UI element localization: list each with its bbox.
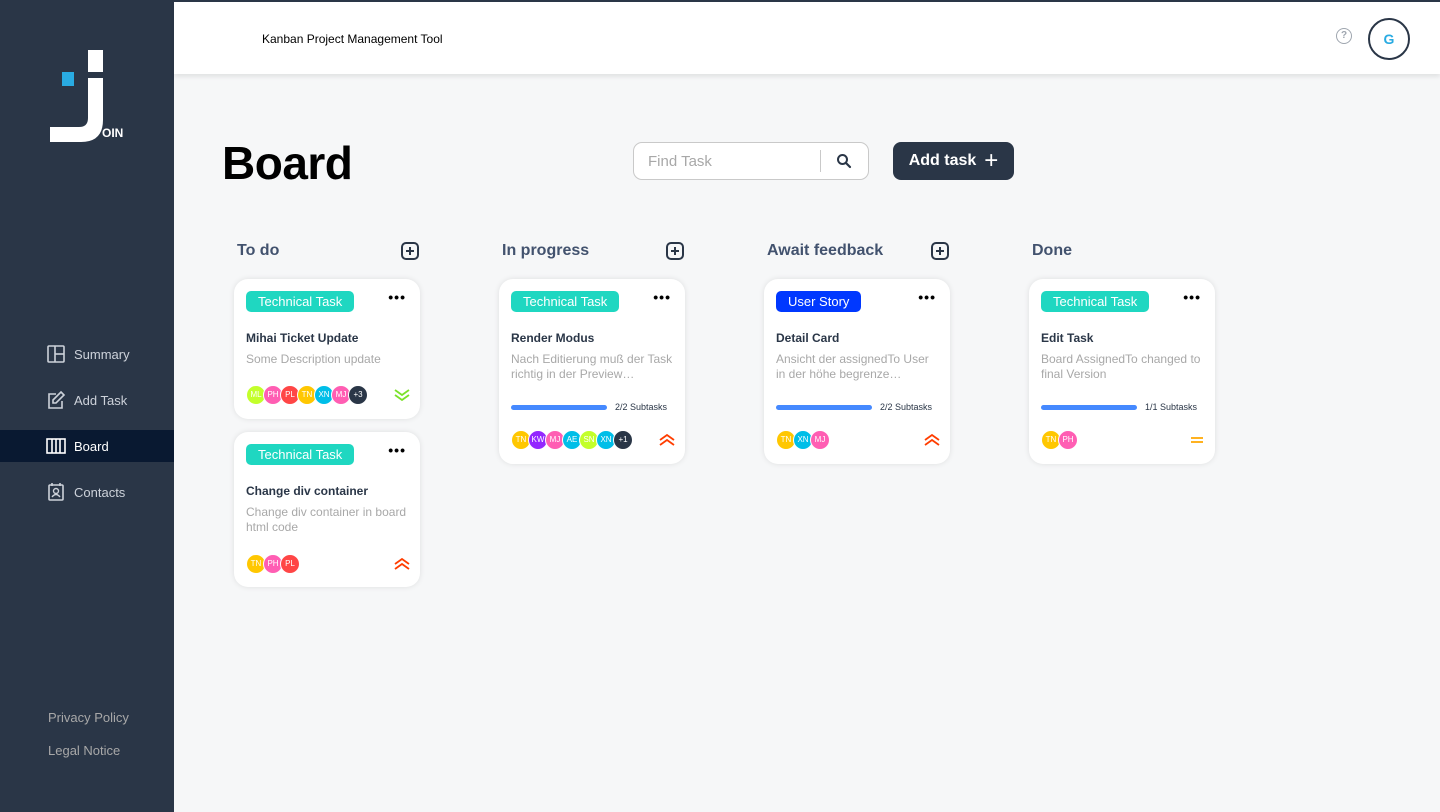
add-task-button-label: Add task — [908, 152, 977, 169]
subtask-progress: 1/1 Subtasks — [1041, 402, 1197, 412]
task-title: Edit Task — [1041, 331, 1094, 345]
subtask-progress: 2/2 Subtasks — [776, 402, 932, 412]
column-header-done: Done — [1032, 242, 1214, 260]
subtask-count: 1/1 Subtasks — [1145, 402, 1198, 412]
priority-urgent-icon — [659, 434, 675, 446]
search-input[interactable] — [634, 152, 820, 170]
more-options-icon[interactable]: ••• — [1183, 290, 1201, 304]
assignee-avatars: TN KW MJ AE SN XN +1 — [511, 430, 633, 450]
subtask-progress-bar — [776, 404, 872, 410]
task-card[interactable]: Technical Task ••• Render Modus Nach Edi… — [499, 279, 685, 464]
column-title-todo: To do — [237, 242, 280, 259]
more-options-icon[interactable]: ••• — [388, 290, 406, 304]
search-box — [633, 142, 869, 180]
more-options-icon[interactable]: ••• — [653, 290, 671, 304]
column-title-await-feedback: Await feedback — [767, 242, 884, 259]
top-header: Kanban Project Management Tool ? G — [174, 0, 1440, 74]
nav-contacts[interactable]: Contacts — [0, 476, 174, 508]
plus-icon: + — [984, 147, 999, 174]
task-category-badge: Technical Task — [246, 444, 355, 465]
task-title: Mihai Ticket Update — [246, 331, 359, 345]
board-icon — [46, 436, 66, 456]
task-card[interactable]: Technical Task ••• Edit Task Board Assig… — [1029, 279, 1215, 464]
priority-low-icon — [394, 389, 410, 401]
column-header-in-progress: In progress — [502, 242, 684, 260]
subtask-count: 2/2 Subtasks — [880, 402, 933, 412]
assignee-avatars: TN XN MJ — [776, 430, 830, 450]
task-card[interactable]: Technical Task ••• Change div container … — [234, 432, 420, 587]
task-description: Change div container in board html code — [246, 505, 407, 534]
summary-icon — [46, 344, 66, 364]
add-to-todo-icon[interactable] — [401, 242, 419, 260]
legal-links: Privacy Policy Legal Notice — [48, 710, 129, 776]
column-header-await-feedback: Await feedback — [767, 242, 949, 260]
add-task-button[interactable]: Add task + — [893, 142, 1014, 180]
contacts-icon — [46, 482, 66, 502]
column-header-todo: To do — [237, 242, 419, 260]
nav-board[interactable]: Board — [0, 430, 174, 462]
logo-text: OIN — [102, 126, 124, 140]
column-title-in-progress: In progress — [502, 242, 590, 259]
task-title: Change div container — [246, 484, 369, 498]
task-description: Board AssignedTo changed to final Versio… — [1041, 352, 1201, 381]
assignee-avatars: TN PH PL — [246, 554, 300, 574]
nav-contacts-label: Contacts — [74, 484, 126, 500]
legal-notice-link[interactable]: Legal Notice — [48, 743, 129, 758]
assignee-avatars: TN PH — [1041, 430, 1078, 450]
main-nav: Summary Add Task Board Contacts — [0, 338, 174, 522]
more-options-icon[interactable]: ••• — [918, 290, 936, 304]
assignee-avatar: +1 — [613, 430, 633, 450]
task-description: Ansicht der assignedTo User in der höhe … — [776, 352, 929, 381]
subtask-count: 2/2 Subtasks — [615, 402, 668, 412]
nav-summary[interactable]: Summary — [0, 338, 174, 370]
add-to-await-feedback-icon[interactable] — [931, 242, 949, 260]
priority-urgent-icon — [924, 434, 940, 446]
priority-medium-icon — [1191, 437, 1203, 443]
page-title: Board — [222, 137, 353, 189]
task-category-badge: Technical Task — [246, 291, 355, 312]
subtask-progress-bar — [511, 404, 607, 410]
task-category-badge: User Story — [776, 291, 862, 312]
priority-urgent-icon — [394, 558, 410, 570]
assignee-avatars: ML PH PL TN XN MJ +3 — [246, 385, 368, 405]
task-card[interactable]: Technical Task ••• Mihai Ticket Update S… — [234, 279, 420, 419]
nav-summary-label: Summary — [74, 346, 130, 362]
assignee-avatar: +3 — [348, 385, 368, 405]
add-to-in-progress-icon[interactable] — [666, 242, 684, 260]
column-title-done: Done — [1032, 242, 1072, 259]
task-description: Nach Editierung muß der Task richtig in … — [511, 352, 673, 381]
assignee-avatar: MJ — [810, 430, 830, 450]
user-avatar[interactable]: G — [1368, 18, 1410, 60]
help-icon[interactable]: ? — [1336, 28, 1352, 44]
more-options-icon[interactable]: ••• — [388, 443, 406, 457]
nav-add-task[interactable]: Add Task — [0, 384, 174, 416]
task-description: Some Description update — [246, 352, 381, 366]
task-title: Render Modus — [511, 331, 595, 345]
task-card[interactable]: User Story ••• Detail Card Ansicht der a… — [764, 279, 950, 464]
app-title: Kanban Project Management Tool — [262, 32, 443, 46]
nav-board-label: Board — [74, 438, 109, 454]
search-icon[interactable] — [821, 143, 868, 179]
task-category-badge: Technical Task — [1041, 291, 1150, 312]
sidebar: OIN Summary Add Task Board Contacts Priv… — [0, 0, 174, 812]
privacy-policy-link[interactable]: Privacy Policy — [48, 710, 129, 725]
nav-add-task-label: Add Task — [74, 392, 128, 408]
task-category-badge: Technical Task — [511, 291, 620, 312]
task-title: Detail Card — [776, 331, 840, 345]
assignee-avatar: PL — [280, 554, 300, 574]
join-logo[interactable]: OIN — [48, 48, 128, 144]
add-task-icon — [46, 390, 66, 410]
subtask-progress: 2/2 Subtasks — [511, 402, 667, 412]
assignee-avatar: PH — [1058, 430, 1078, 450]
subtask-progress-bar — [1041, 404, 1137, 410]
